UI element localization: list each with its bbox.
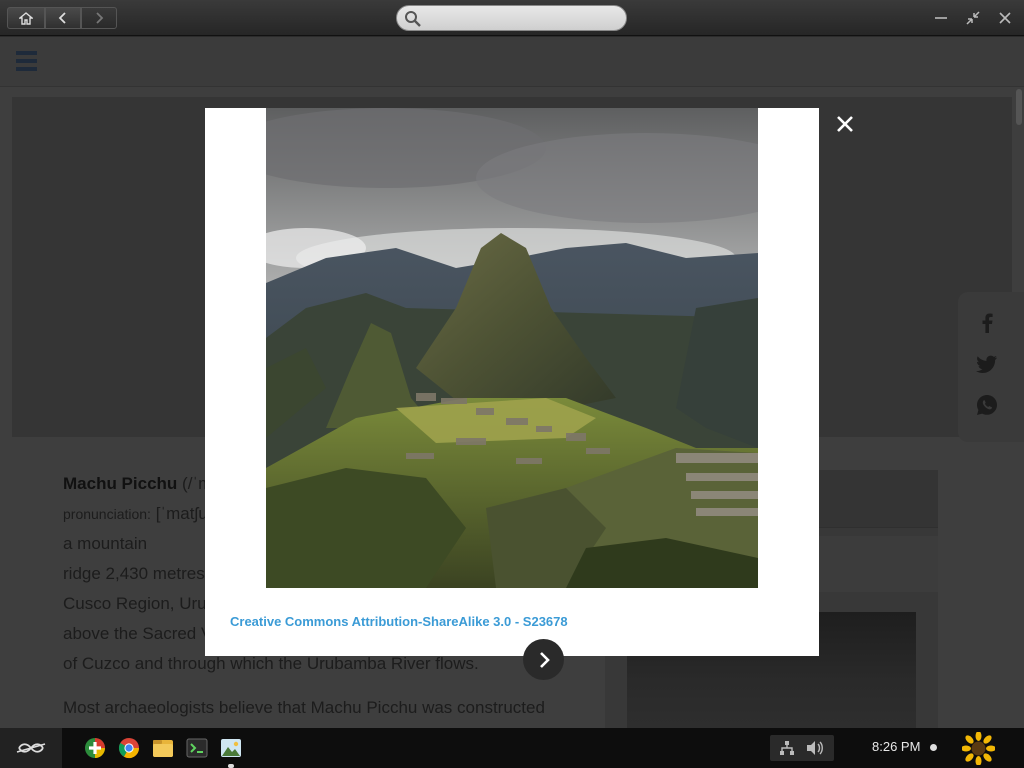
taskbar: 8:26 PM — [0, 728, 1024, 768]
article-line: of Cuzco and through which the Urubamba … — [63, 654, 479, 673]
search-bar[interactable] — [396, 5, 627, 31]
home-button[interactable] — [7, 7, 45, 29]
minimize-icon — [935, 17, 947, 19]
close-icon — [837, 116, 853, 132]
clock[interactable]: 8:26 PM — [872, 739, 920, 754]
lightbox-close-button[interactable] — [833, 112, 857, 136]
app-center-icon[interactable] — [84, 737, 106, 759]
image-license-caption[interactable]: Creative Commons Attribution-ShareAlike … — [230, 614, 568, 629]
photos-icon[interactable] — [220, 737, 242, 759]
system-tray — [770, 735, 834, 761]
minimize-button[interactable] — [931, 8, 951, 28]
menu-icon[interactable] — [16, 51, 37, 71]
browser-titlebar — [0, 0, 1024, 36]
next-image-button[interactable] — [523, 639, 564, 680]
page-scrollbar[interactable] — [1016, 89, 1022, 125]
share-panel — [958, 292, 1024, 442]
start-button[interactable] — [0, 728, 62, 768]
chrome-icon[interactable] — [118, 737, 140, 759]
restore-icon — [966, 11, 980, 25]
active-app-indicator — [228, 764, 234, 768]
search-icon — [405, 11, 421, 27]
chevron-right-icon — [96, 12, 104, 24]
volume-icon[interactable] — [806, 740, 824, 756]
whatsapp-icon[interactable] — [976, 394, 998, 416]
lightbox-image — [266, 108, 758, 588]
navigation-buttons — [7, 7, 117, 29]
article-paragraph: Most archaeologists believe that Machu P… — [63, 698, 545, 717]
forward-button[interactable] — [81, 7, 117, 29]
network-icon[interactable] — [779, 740, 795, 756]
sunflower-avatar-icon[interactable] — [961, 731, 996, 766]
pronunciation-label[interactable]: pronunciation: — [63, 506, 151, 522]
close-window-button[interactable] — [995, 8, 1015, 28]
close-icon — [999, 12, 1011, 24]
twitter-icon[interactable] — [976, 353, 998, 375]
search-input[interactable] — [425, 9, 620, 27]
chevron-left-icon — [58, 12, 66, 24]
chevron-right-icon — [539, 651, 550, 668]
infinity-logo-icon — [16, 743, 46, 753]
back-button[interactable] — [45, 7, 81, 29]
notification-dot[interactable] — [930, 744, 937, 751]
article-title: Machu Picchu — [63, 474, 178, 493]
site-header — [0, 37, 1024, 87]
image-lightbox: Creative Commons Attribution-ShareAlike … — [205, 108, 819, 656]
facebook-icon[interactable] — [976, 312, 998, 334]
files-icon[interactable] — [152, 737, 174, 759]
restore-button[interactable] — [963, 8, 983, 28]
terminal-icon[interactable] — [186, 737, 208, 759]
home-icon — [19, 11, 33, 25]
